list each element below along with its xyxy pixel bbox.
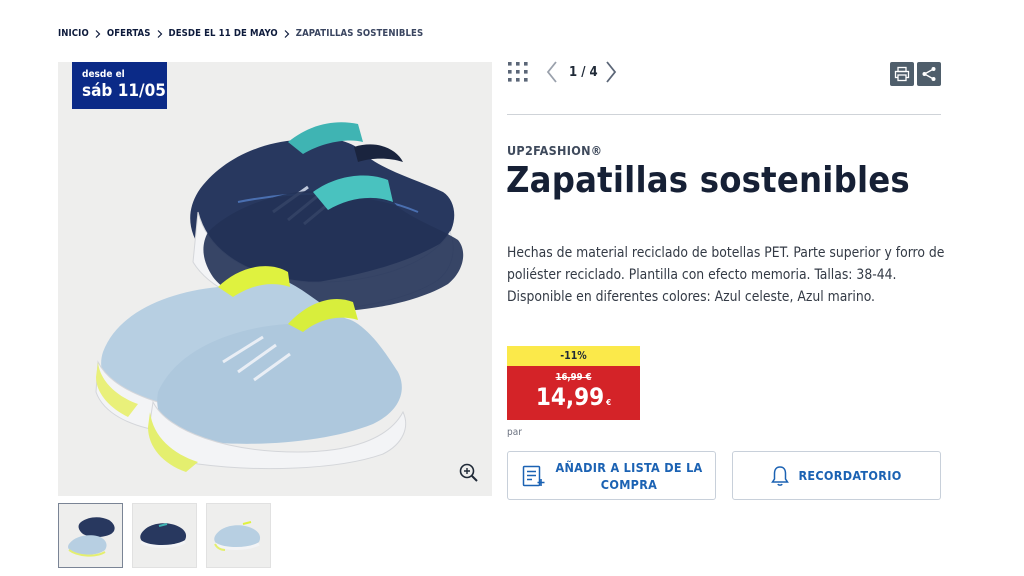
price-unit: par <box>507 427 522 438</box>
old-price: 16,99 € <box>555 372 592 383</box>
date-badge: desde el sáb 11/05 <box>72 62 167 109</box>
chevron-right-icon[interactable] <box>604 60 622 84</box>
shopping-list-icon <box>522 465 545 486</box>
breadcrumb: INICIO OFERTAS DESDE EL 11 DE MAYO ZAPAT… <box>58 28 423 39</box>
add-to-shopping-list-button[interactable]: AÑADIR A LISTA DE LA COMPRA <box>507 451 716 500</box>
grid-icon[interactable] <box>507 61 529 83</box>
image-pager: 1 / 4 <box>507 60 622 84</box>
product-description: Hechas de material reciclado de botellas… <box>507 245 945 305</box>
currency-symbol: € <box>606 398 612 407</box>
pager-count: 1 / 4 <box>569 64 598 80</box>
thumbnail-strip <box>58 503 271 568</box>
chevron-left-icon[interactable] <box>545 60 563 84</box>
add-to-shopping-list-label: AÑADIR A LISTA DE LA COMPRA <box>555 459 703 492</box>
price-box: 16,99 € 14,99 € <box>507 366 640 420</box>
thumbnail-1[interactable] <box>58 503 123 568</box>
thumbnail-3[interactable] <box>206 503 271 568</box>
chevron-right-icon <box>95 29 101 38</box>
breadcrumb-current: ZAPATILLAS SOSTENIBLES <box>295 28 424 39</box>
current-price: 14,99 <box>535 383 605 411</box>
share-button[interactable] <box>917 62 941 86</box>
date-badge-date: sáb 11/05 <box>82 81 166 101</box>
product-image-gallery[interactable]: desde el sáb 11/05 <box>58 62 492 496</box>
reminder-label: RECORDATORIO <box>798 468 902 483</box>
chevron-right-icon <box>284 29 290 38</box>
discount-badge: -11% <box>507 346 640 366</box>
product-title: Zapatillas sostenibles <box>506 160 910 201</box>
print-button[interactable] <box>890 62 914 86</box>
breadcrumb-ofertas[interactable]: OFERTAS <box>107 28 151 39</box>
bell-icon <box>771 465 790 486</box>
product-brand: UP2FASHION® <box>507 143 603 158</box>
chevron-right-icon <box>157 29 163 38</box>
breadcrumb-inicio[interactable]: INICIO <box>58 28 89 39</box>
reminder-button[interactable]: RECORDATORIO <box>732 451 941 500</box>
zoom-in-icon[interactable] <box>458 462 480 484</box>
share-icon <box>922 67 936 81</box>
divider <box>507 114 941 115</box>
thumbnail-2[interactable] <box>132 503 197 568</box>
product-image <box>95 122 464 472</box>
print-icon <box>894 66 910 82</box>
date-badge-prefix: desde el <box>82 69 125 80</box>
breadcrumb-desde-el-11-de-mayo[interactable]: DESDE EL 11 DE MAYO <box>169 28 278 39</box>
